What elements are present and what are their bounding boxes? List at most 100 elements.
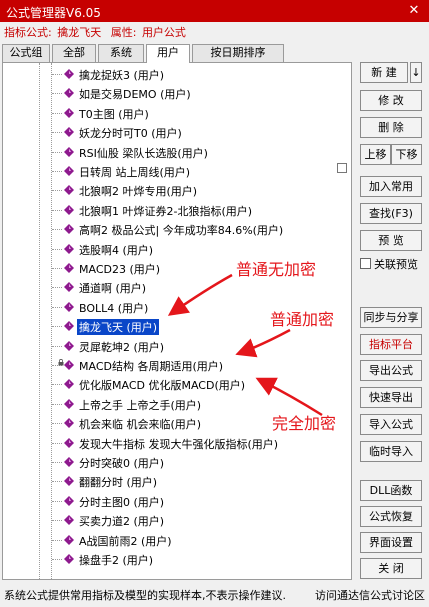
ui-settings-button[interactable]: 界面设置: [360, 532, 422, 553]
annotation-full-encrypt: 完全加密: [272, 414, 337, 433]
tree-connector: [52, 112, 62, 114]
tree-item[interactable]: 优化版MACD 优化版MACD(用户): [3, 375, 349, 394]
tab-system[interactable]: 系统: [98, 44, 144, 62]
tree-item[interactable]: 通道啊 (用户): [3, 278, 349, 297]
tree-connector: [52, 287, 62, 289]
tree-item-label: 灵犀乾坤2 (用户): [79, 340, 165, 354]
tree-item-label: 妖龙分时可T0 (用户): [79, 127, 182, 141]
tree-item[interactable]: 发现大牛指标 发现大牛强化版指标(用户): [3, 434, 349, 453]
tree-item-label: 优化版MACD 优化版MACD(用户): [79, 379, 246, 393]
delete-button[interactable]: 删 除: [360, 117, 422, 138]
gem-icon: [64, 185, 74, 196]
new-dropdown-button[interactable]: ↓: [410, 62, 422, 83]
tree-checkbox[interactable]: [337, 163, 347, 173]
sync-share-button[interactable]: 同步与分享: [360, 307, 422, 328]
tree-connector: [52, 462, 62, 463]
tree-item[interactable]: 如是交易DEMO (用户): [3, 84, 349, 103]
tree-item[interactable]: 分时突破0 (用户): [3, 453, 349, 472]
indicator-platform-button[interactable]: 指标平台: [360, 334, 422, 355]
tree-item[interactable]: 高啊2 极品公式| 今年成功率84.6%(用户): [3, 220, 349, 239]
tree-item-label: RSI仙股 梁队长选股(用户): [79, 146, 208, 160]
tree-item-label: 高啊2 极品公式| 今年成功率84.6%(用户): [79, 224, 284, 238]
tree-item-label: 擒龙捉妖3 (用户): [79, 69, 165, 82]
tree-item[interactable]: 日转周 站上周线(用户): [3, 162, 349, 181]
tree-item-label: 分时突破0 (用户): [79, 457, 165, 470]
tree-item[interactable]: MACD结构 各周期适用(用户): [3, 356, 349, 375]
linked-preview-label: 关联预览: [374, 258, 418, 271]
gem-icon: [64, 554, 74, 564]
tree-item-label: A战国前雨2 (用户): [79, 534, 172, 548]
quick-export-button[interactable]: 快速导出: [360, 387, 422, 408]
tree-item[interactable]: 分时主图0 (用户): [3, 492, 349, 511]
tree-item-label: 机会来临 机会来临(用户): [79, 418, 202, 432]
find-button[interactable]: 查找(F3): [360, 203, 422, 224]
gem-icon: [64, 282, 74, 293]
gem-icon: [64, 379, 74, 390]
tree-item[interactable]: 擒龙捉妖3 (用户): [3, 65, 349, 84]
preview-button[interactable]: 预 览: [360, 230, 422, 251]
move-up-button[interactable]: 上移: [360, 144, 391, 165]
status-bar: 系统公式提供常用指标及模型的实现样本,不表示操作建议. 访问通达信公式讨论区: [0, 584, 429, 604]
tree-item[interactable]: 操盘手2 (用户): [3, 550, 349, 569]
gem-icon: [64, 127, 74, 138]
linked-preview-checkbox[interactable]: [360, 258, 371, 269]
tab-formula-group[interactable]: 公式组: [2, 44, 50, 62]
tree-item-label: 日转周 站上周线(用户): [79, 166, 191, 179]
tree-connector: [52, 500, 62, 502]
dll-button[interactable]: DLL函数: [360, 480, 422, 501]
tree-connector: [52, 345, 62, 347]
tree-connector: [52, 132, 62, 134]
tree-connector: [52, 268, 62, 269]
add-common-button[interactable]: 加入常用: [360, 176, 422, 197]
gem-icon: [64, 107, 74, 118]
tree-item[interactable]: 翻翻分时 (用户): [3, 472, 349, 491]
modify-button[interactable]: 修 改: [360, 90, 422, 111]
tree-item-label: 如是交易DEMO (用户): [79, 88, 191, 102]
gem-icon: [64, 263, 74, 273]
new-button[interactable]: 新 建: [360, 62, 408, 83]
tree-item-label: 选股啊4 (用户): [79, 243, 154, 257]
tree-item[interactable]: 灵犀乾坤2 (用户): [3, 337, 349, 356]
gem-icon: [64, 360, 74, 370]
gem-icon: [64, 476, 74, 487]
import-button[interactable]: 导入公式: [360, 414, 422, 435]
tree-connector: [52, 248, 62, 250]
tree-connector: [52, 559, 62, 560]
tree-item-label: 发现大牛指标 发现大牛强化版指标(用户): [79, 437, 279, 451]
tree-connector: [52, 171, 62, 172]
attribute-label: 属性:: [110, 26, 137, 39]
export-button[interactable]: 导出公式: [360, 360, 422, 381]
tree-item-label: 翻翻分时 (用户): [79, 476, 158, 490]
move-down-button[interactable]: 下移: [391, 144, 422, 165]
tab-user[interactable]: 用户: [146, 44, 190, 63]
forum-link[interactable]: 访问通达信公式讨论区: [315, 587, 425, 603]
gem-icon: [64, 457, 74, 467]
restore-button[interactable]: 公式恢复: [360, 506, 422, 527]
tree-item-label: MACD结构 各周期适用(用户): [79, 360, 224, 373]
tree-item-label-selected: 擒龙飞天 (用户): [77, 319, 160, 336]
tree-connector: [52, 190, 62, 192]
tab-all[interactable]: 全部: [52, 44, 96, 62]
tree-item-label: MACD23 (用户): [79, 263, 161, 276]
tree-item[interactable]: 妖龙分时可T0 (用户): [3, 123, 349, 142]
gem-icon: [64, 437, 74, 448]
tree-item-label: 上帝之手 上帝之手(用户): [79, 398, 202, 412]
tree-connector: [52, 74, 62, 75]
gem-icon: [64, 321, 74, 332]
tree-connector: [52, 209, 62, 211]
tree-item-label: 买卖力道2 (用户): [79, 515, 165, 529]
close-window-button[interactable]: ✕: [399, 0, 429, 22]
tree-item[interactable]: 买卖力道2 (用户): [3, 511, 349, 530]
tree-item[interactable]: 北狼啊2 叶烨专用(用户): [3, 181, 349, 200]
annotation-no-encrypt: 普通无加密: [236, 260, 317, 279]
gem-icon: [64, 69, 74, 79]
close-button[interactable]: 关 闭: [360, 558, 422, 579]
gem-icon: [64, 88, 74, 99]
tree-item[interactable]: RSI仙股 梁队长选股(用户): [3, 143, 349, 162]
tree-item[interactable]: T0主图 (用户): [3, 104, 349, 123]
temp-import-button[interactable]: 临时导入: [360, 441, 422, 462]
tree-item[interactable]: A战国前雨2 (用户): [3, 531, 349, 550]
tab-sort-by-date[interactable]: 按日期排序: [192, 44, 284, 62]
tree-connector: [52, 326, 62, 328]
tree-item[interactable]: 北狼啊1 叶烨证券2-北狼指标(用户): [3, 201, 349, 220]
